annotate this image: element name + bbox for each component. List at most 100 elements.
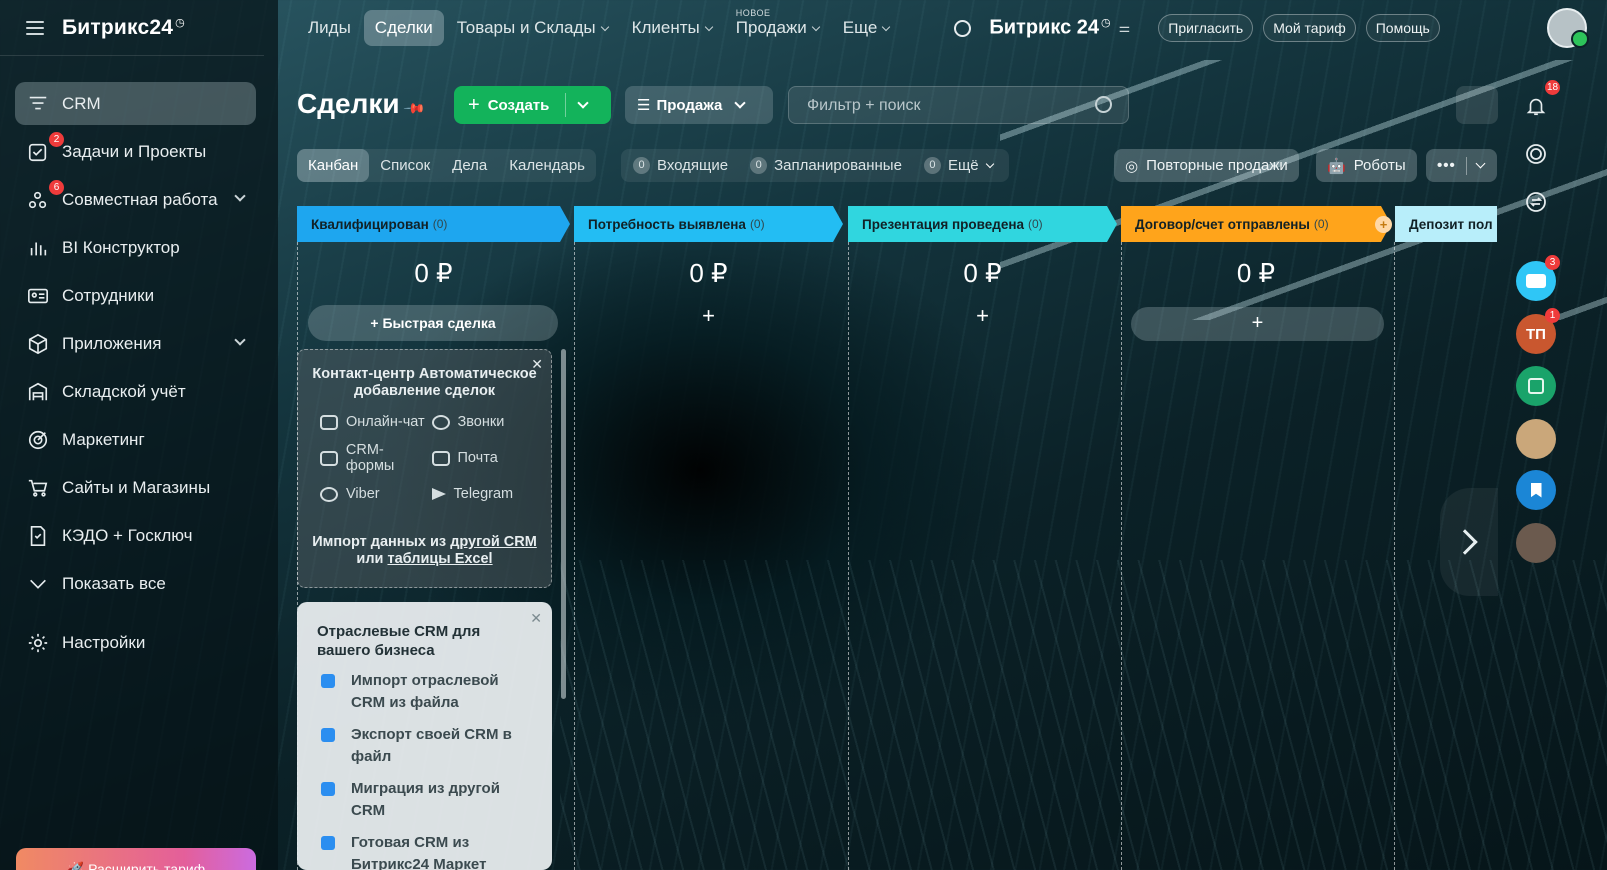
sidebar-item-kedo[interactable]: КЭДО + Госключ <box>15 514 256 557</box>
topnav-sales[interactable]: НОВОЕ Продажи <box>725 8 830 46</box>
topnav-deals[interactable]: Сделки <box>363 10 444 46</box>
topnav-clients[interactable]: Клиенты <box>621 10 723 46</box>
sidebar: Битрикс24 ◷ CRM 2 Задачи и Проекты 6 Совм… <box>0 0 278 870</box>
close-icon[interactable]: ✕ <box>531 356 543 373</box>
chevron-down-icon <box>734 97 747 109</box>
sync-icon[interactable] <box>1516 182 1556 222</box>
pin-icon[interactable]: 📌 <box>403 96 427 120</box>
more-options-button[interactable]: ••• <box>1426 149 1497 182</box>
upgrade-plan-button[interactable]: 🚀 Расширить тариф <box>16 848 256 870</box>
tab-list[interactable]: Список <box>369 149 441 182</box>
menu-icon[interactable] <box>26 20 44 35</box>
channel-telegram[interactable]: Telegram <box>431 486 544 502</box>
column-header[interactable]: Потребность выявлена (0) <box>574 206 843 242</box>
repeat-sales-button[interactable]: ◎ Повторные продажи <box>1114 149 1299 182</box>
brand-logo[interactable]: Битрикс 24 ◷ <box>989 16 1110 40</box>
target-icon[interactable] <box>1516 134 1556 174</box>
tp-avatar[interactable]: ТП 1 <box>1516 308 1560 354</box>
industry-item-market[interactable]: Готовая CRM из Битрикс24 Маркет <box>317 832 532 870</box>
settings-gear-button[interactable] <box>1456 86 1498 124</box>
group-avatar[interactable] <box>1516 419 1556 459</box>
close-icon[interactable]: ✕ <box>530 610 542 627</box>
column-sum: 0 ₽ <box>414 258 453 288</box>
cube-icon <box>26 332 50 356</box>
invite-button[interactable]: Пригласить <box>1158 14 1254 42</box>
bookmark-icon[interactable] <box>1516 470 1556 510</box>
industry-item-export[interactable]: Экспорт своей CRM в файл <box>317 724 532 768</box>
user-avatar[interactable] <box>1547 8 1589 48</box>
help-button[interactable]: Помощь <box>1365 14 1440 42</box>
add-deal-plus[interactable]: + <box>574 303 843 329</box>
robots-button[interactable]: 🤖 Роботы <box>1316 149 1417 182</box>
create-button[interactable]: + Создать <box>454 86 611 124</box>
column-header[interactable]: Договор/счет отправлены (0) <box>1121 206 1391 242</box>
search-icon[interactable] <box>954 19 972 37</box>
import-other-crm-link[interactable]: другой CRM <box>450 534 537 550</box>
counter-planned[interactable]: 0 Запланированные <box>750 157 902 174</box>
column-header[interactable]: Квалифицирован (0) <box>297 206 570 242</box>
column-sum: 0 ₽ <box>1236 258 1276 288</box>
topnav-leads[interactable]: Лиды <box>297 10 362 46</box>
tab-calendar[interactable]: Календарь <box>498 149 596 182</box>
column-scrollbar[interactable] <box>561 349 566 699</box>
chevron-down-icon <box>985 159 994 168</box>
column-divider <box>574 242 575 870</box>
sidebar-item-label: Совместная работа <box>62 189 218 209</box>
funnel-select[interactable]: ☰ Продажа <box>625 86 773 124</box>
sidebar-item-marketing[interactable]: Маркетинг <box>15 418 256 461</box>
add-deal-plus[interactable]: + <box>848 303 1117 329</box>
notifications-badge: 18 <box>1545 80 1560 95</box>
channel-crm-forms[interactable]: CRM-формы <box>320 442 432 474</box>
channel-online-chat[interactable]: Онлайн-чат <box>320 414 432 430</box>
sidebar-show-all[interactable]: Показать все <box>15 562 256 605</box>
logo[interactable]: Битрикс24 ◷ <box>62 16 185 40</box>
counter-incoming[interactable]: 0 Входящие <box>633 157 728 174</box>
sidebar-item-crm[interactable]: CRM <box>15 82 256 125</box>
counter-more[interactable]: 0 Ещё <box>923 157 994 174</box>
user-avatar-small[interactable] <box>1516 523 1556 563</box>
add-deal-plus[interactable]: + <box>1131 307 1384 341</box>
scroll-right-button[interactable] <box>1440 488 1498 596</box>
tab-kanban[interactable]: Канбан <box>297 149 370 182</box>
sidebar-item-staff[interactable]: Сотрудники <box>15 274 256 317</box>
contact-center-card: ✕ Контакт-центр Автоматическое добавлени… <box>297 349 552 588</box>
industry-item-import[interactable]: Импорт отраслевой CRM из файла <box>317 670 532 714</box>
rocket-icon: 🚀 <box>66 861 89 870</box>
channel-viber[interactable]: Viber <box>320 486 432 502</box>
channel-mail[interactable]: Почта <box>431 442 544 474</box>
chat-icon[interactable]: 3 <box>1516 255 1560 301</box>
sidebar-item-tasks[interactable]: 2 Задачи и Проекты <box>15 130 256 173</box>
sliders-icon[interactable]: ⚌ <box>1119 20 1131 36</box>
add-stage-icon[interactable]: + <box>1375 216 1392 233</box>
sidebar-item-settings[interactable]: Настройки <box>15 621 256 664</box>
import-excel-link[interactable]: таблицы Excel <box>387 551 492 567</box>
import-icon <box>321 674 335 688</box>
my-plan-button[interactable]: Мой тариф <box>1263 14 1356 42</box>
topnav-products[interactable]: Товары и Склады <box>446 10 619 46</box>
viber-icon <box>320 486 338 502</box>
tab-activities[interactable]: Дела <box>441 149 498 182</box>
column-header[interactable]: Презентация проведена (0) <box>848 206 1117 242</box>
card-title: Контакт-центр Автоматическое добавление … <box>312 366 537 399</box>
export-icon <box>321 728 335 742</box>
channel-calls[interactable]: Звонки <box>431 414 544 430</box>
chevron-down-icon <box>704 22 714 32</box>
sidebar-item-sites[interactable]: Сайты и Магазины <box>15 466 256 509</box>
cloud-icon <box>321 836 335 850</box>
sidebar-item-apps[interactable]: Приложения <box>15 322 256 365</box>
industry-item-migration[interactable]: Миграция из другой CRM <box>317 778 532 822</box>
topnav-more[interactable]: Еще <box>832 10 901 46</box>
filter-search-input[interactable]: Фильтр + поиск <box>788 86 1129 124</box>
funnel-icon: ☰ <box>637 97 651 114</box>
sidebar-item-collab[interactable]: 6 Совместная работа <box>15 178 256 221</box>
column-header[interactable]: Депозит пол <box>1395 206 1497 242</box>
kanban-column: Договор/счет отправлены (0) 0 ₽ <box>1121 206 1395 870</box>
sidebar-item-bi[interactable]: BI Конструктор <box>15 226 256 269</box>
report-icon[interactable] <box>1516 366 1556 406</box>
sidebar-item-warehouse[interactable]: Складской учёт <box>15 370 256 413</box>
quick-deal-button[interactable]: + Быстрая сделка <box>308 305 558 341</box>
bell-icon[interactable]: 18 <box>1516 80 1560 126</box>
sidebar-item-label: Показать все <box>62 573 166 593</box>
column-divider <box>848 242 849 870</box>
plus-icon: + <box>468 93 480 116</box>
